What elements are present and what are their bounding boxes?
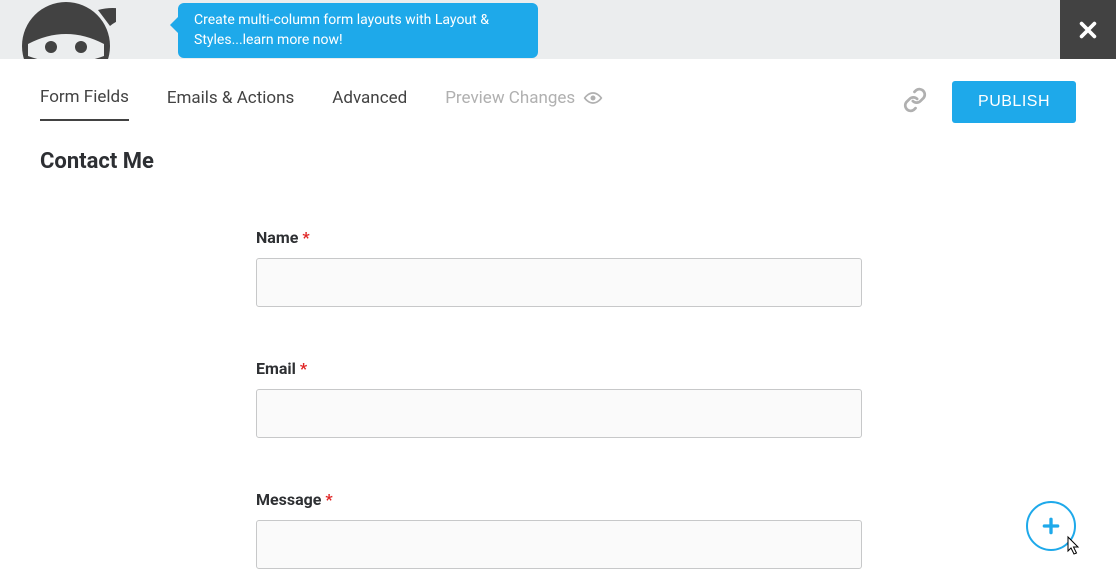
form-body: Name * Email * Message *	[0, 174, 862, 569]
link-button[interactable]	[902, 87, 928, 117]
link-icon	[902, 87, 928, 113]
ninja-logo	[16, 0, 116, 59]
header-bar: Create multi-column form layouts with La…	[0, 0, 1116, 59]
field-name[interactable]: Name *	[256, 228, 862, 307]
required-star: *	[325, 490, 332, 509]
form-title: Contact Me	[0, 121, 1116, 174]
tab-emails-actions[interactable]: Emails & Actions	[167, 88, 294, 120]
tabs-row: Form Fields Emails & Actions Advanced Pr…	[0, 59, 1116, 121]
right-actions: PUBLISH	[902, 81, 1076, 123]
promo-tooltip-text: Create multi-column form layouts with La…	[194, 12, 489, 48]
tab-form-fields[interactable]: Form Fields	[40, 87, 129, 121]
add-field-button[interactable]	[1026, 501, 1076, 551]
field-email-label: Email *	[256, 359, 862, 378]
required-star: *	[300, 359, 307, 378]
tab-advanced[interactable]: Advanced	[332, 88, 407, 120]
plus-icon	[1041, 516, 1061, 536]
close-icon	[1077, 19, 1099, 41]
name-input[interactable]	[256, 258, 862, 307]
field-message[interactable]: Message *	[256, 490, 862, 569]
eye-icon	[583, 91, 603, 105]
email-input[interactable]	[256, 389, 862, 438]
publish-button[interactable]: PUBLISH	[952, 81, 1076, 123]
tab-preview-label: Preview Changes	[445, 88, 575, 108]
tab-preview-changes[interactable]: Preview Changes	[445, 88, 603, 120]
promo-tooltip[interactable]: Create multi-column form layouts with La…	[178, 3, 538, 58]
message-input[interactable]	[256, 520, 862, 569]
field-message-label: Message *	[256, 490, 862, 509]
close-button[interactable]	[1060, 0, 1116, 59]
field-name-label: Name *	[256, 228, 862, 247]
field-email[interactable]: Email *	[256, 359, 862, 438]
required-star: *	[302, 228, 309, 247]
